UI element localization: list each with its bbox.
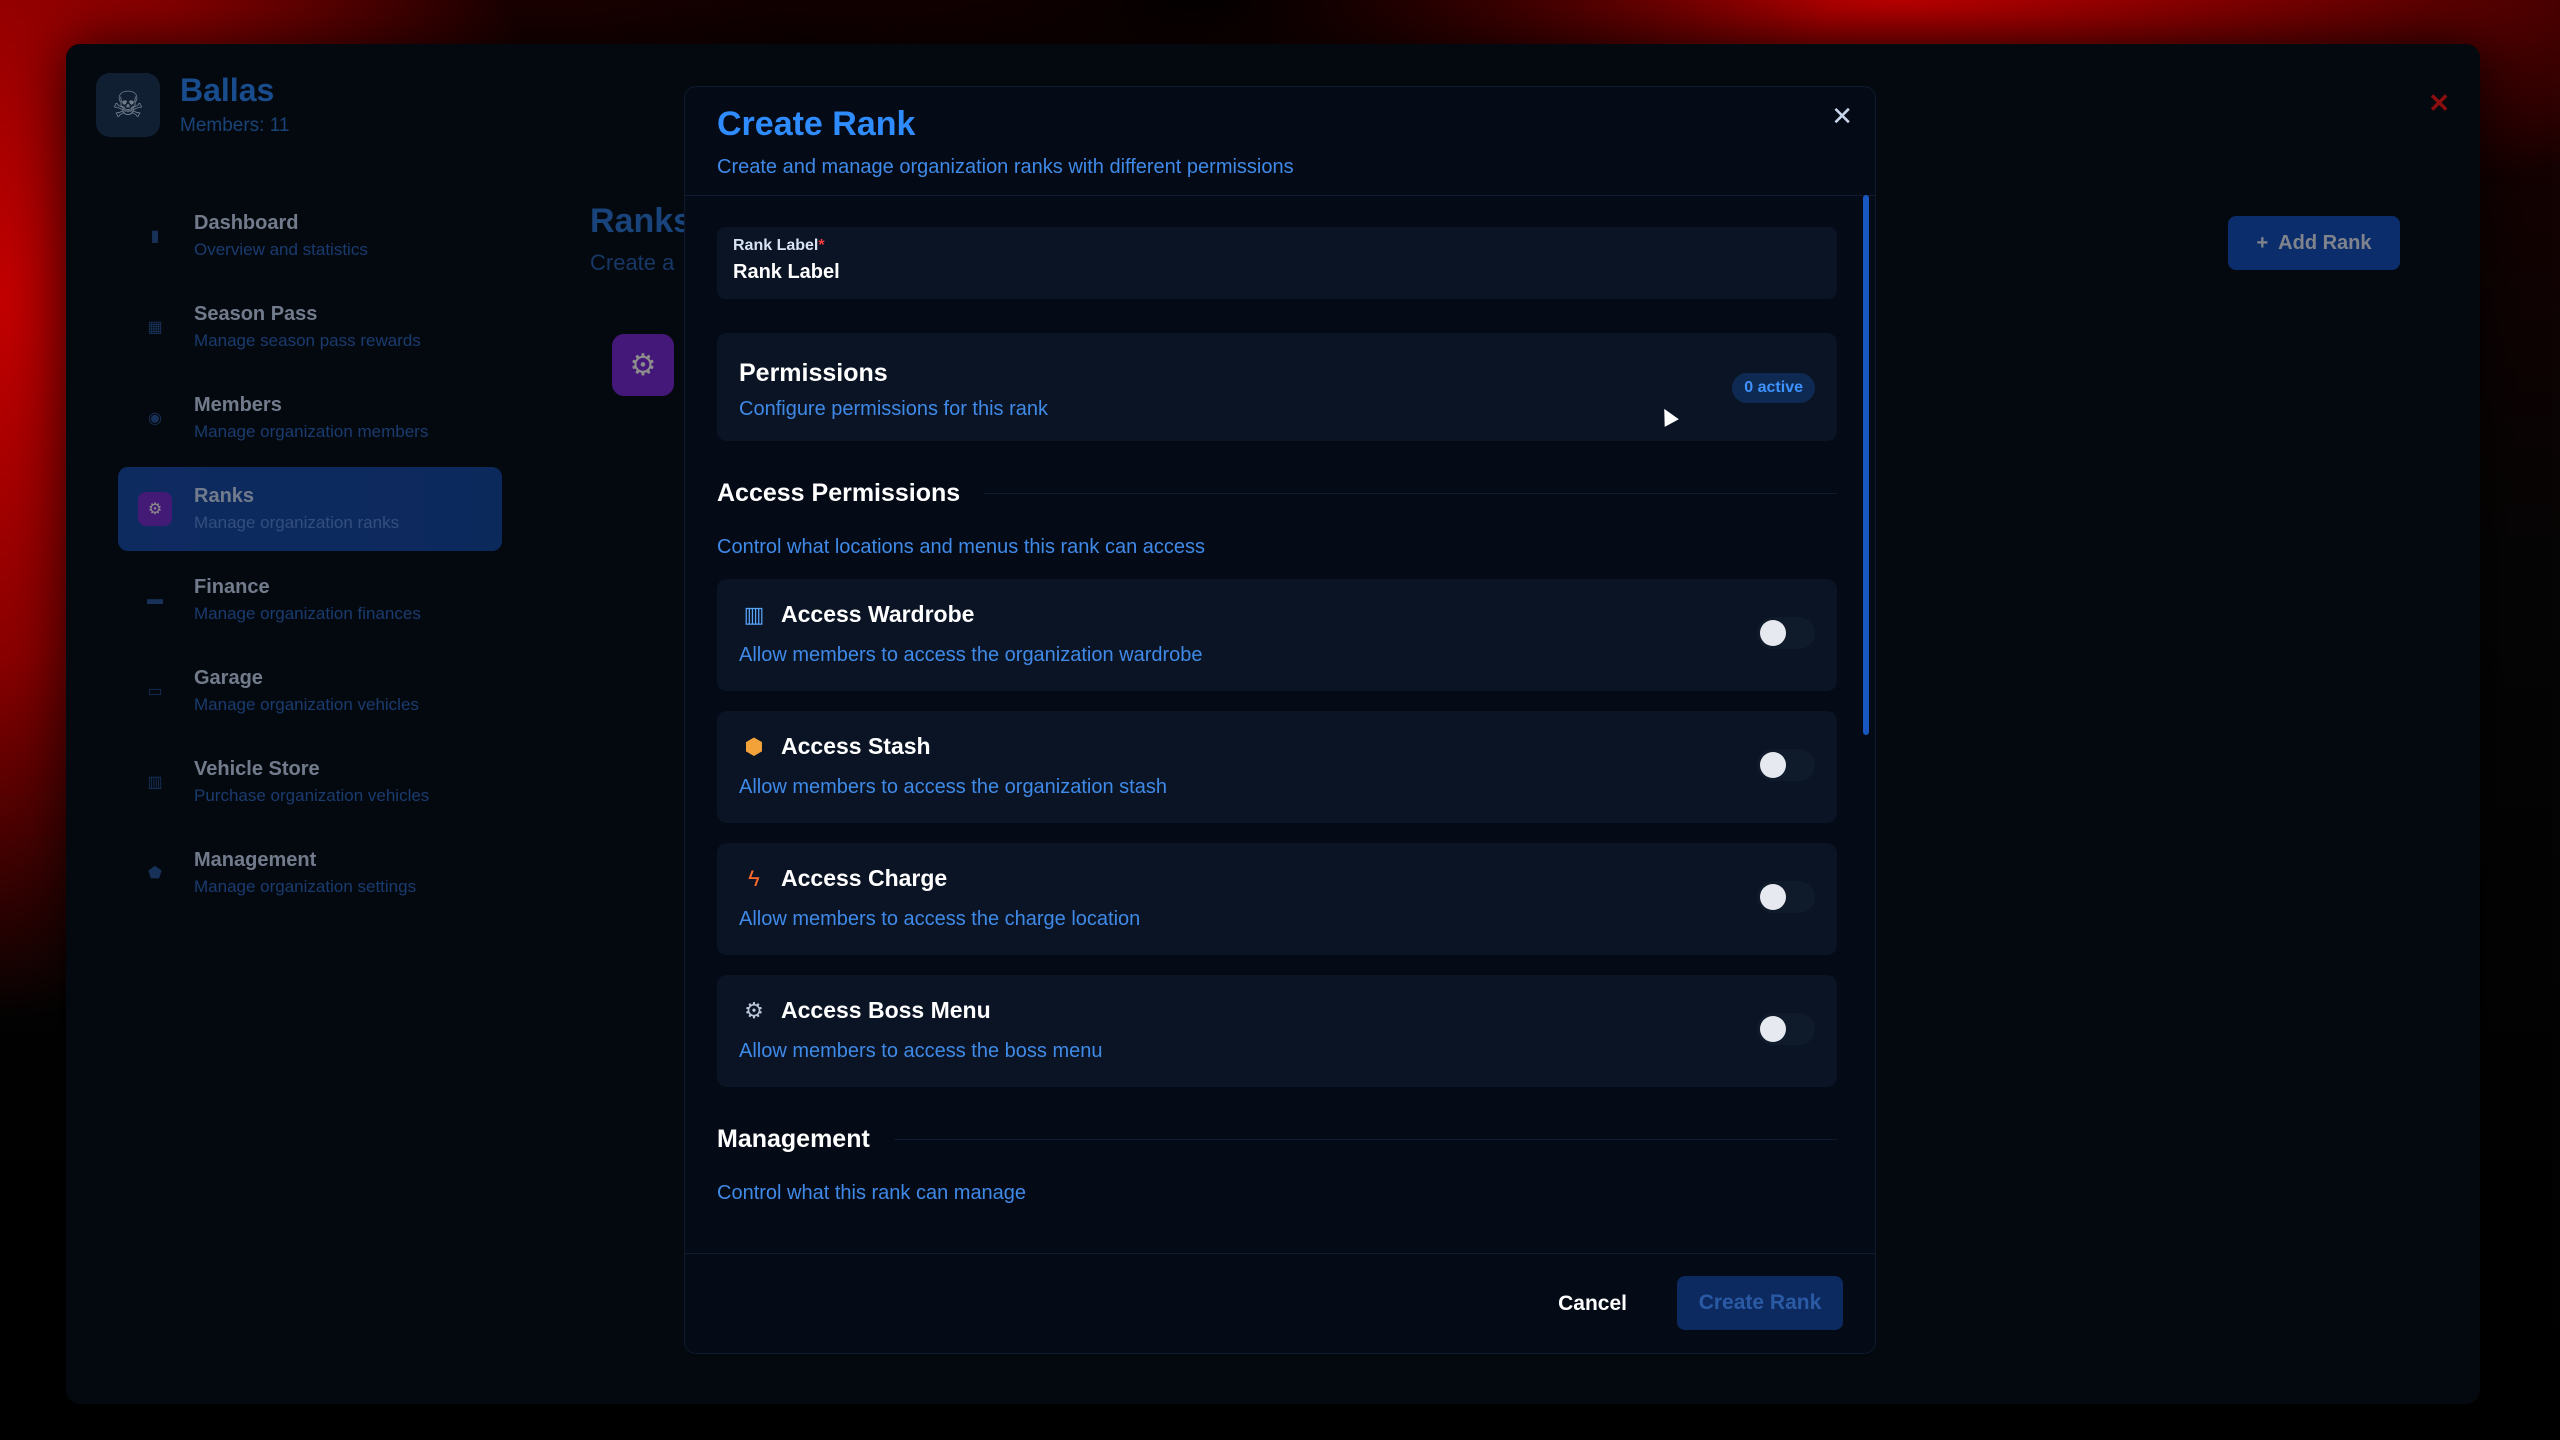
toggle-knob — [1760, 1016, 1786, 1042]
gear-icon: ⚙ — [744, 997, 764, 1023]
section-title-text: Access Permissions — [717, 479, 961, 507]
create-rank-modal: Create Rank Create and manage organizati… — [684, 86, 1876, 1354]
wardrobe-icon: ▥ — [743, 601, 765, 627]
management-subtitle: Control what this rank can manage — [717, 1182, 1027, 1204]
access-permissions-subtitle: Control what locations and menus this ra… — [717, 536, 1206, 558]
perm-item-label: Access Boss Menu — [781, 997, 991, 1023]
perm-item-sub: Allow members to access the organization… — [739, 644, 1203, 666]
section-title-text: Management — [717, 1125, 870, 1153]
access-wardrobe-toggle[interactable] — [1757, 617, 1815, 649]
perm-item-label: Access Wardrobe — [781, 601, 975, 627]
modal-scrollbar[interactable] — [1863, 195, 1869, 735]
perm-item-sub: Allow members to access the charge locat… — [739, 908, 1141, 930]
access-charge-toggle[interactable] — [1757, 881, 1815, 913]
box-icon: ⬢ — [744, 733, 764, 759]
required-mark: * — [818, 237, 825, 254]
toggle-knob — [1760, 884, 1786, 910]
close-icon[interactable]: ✕ — [1831, 101, 1853, 132]
permissions-card[interactable]: Permissions Configure permissions for th… — [717, 333, 1837, 441]
toggle-knob — [1760, 752, 1786, 778]
lightning-icon: ϟ — [748, 865, 760, 891]
perm-item-label: Access Stash — [781, 733, 931, 759]
management-heading: Management — [717, 1125, 1837, 1154]
divider — [685, 195, 1875, 196]
perm-item-access-charge: ϟ Access Charge Allow members to access … — [717, 843, 1837, 955]
divider — [984, 493, 1837, 494]
access-permissions-heading: Access Permissions — [717, 479, 1837, 508]
cancel-button[interactable]: Cancel — [1538, 1278, 1647, 1330]
permissions-title: Permissions — [739, 359, 888, 387]
access-boss-menu-toggle[interactable] — [1757, 1013, 1815, 1045]
access-stash-toggle[interactable] — [1757, 749, 1815, 781]
rank-label-caption: Rank Label* — [733, 237, 1821, 255]
perm-item-sub: Allow members to access the organization… — [739, 776, 1167, 798]
rank-label-field[interactable]: Rank Label* — [717, 227, 1837, 299]
field-label-text: Rank Label — [733, 237, 819, 254]
modal-footer: Cancel Create Rank — [685, 1253, 1875, 1353]
perm-item-access-stash: ⬢ Access Stash Allow members to access t… — [717, 711, 1837, 823]
divider — [893, 1139, 1837, 1140]
permissions-subtitle: Configure permissions for this rank — [739, 398, 1049, 420]
active-count-badge: 0 active — [1732, 373, 1815, 403]
toggle-knob — [1760, 620, 1786, 646]
modal-body: Rank Label* Permissions Configure permis… — [717, 227, 1837, 1227]
perm-item-sub: Allow members to access the boss menu — [739, 1040, 1103, 1062]
perm-item-access-boss-menu: ⚙ Access Boss Menu Allow members to acce… — [717, 975, 1837, 1087]
create-rank-button[interactable]: Create Rank — [1677, 1276, 1843, 1330]
perm-item-access-wardrobe: ▥ Access Wardrobe Allow members to acces… — [717, 579, 1837, 691]
rank-label-input[interactable] — [733, 261, 1821, 284]
modal-subtitle: Create and manage organization ranks wit… — [717, 156, 1294, 178]
modal-title: Create Rank — [717, 105, 916, 143]
perm-item-label: Access Charge — [781, 865, 948, 891]
